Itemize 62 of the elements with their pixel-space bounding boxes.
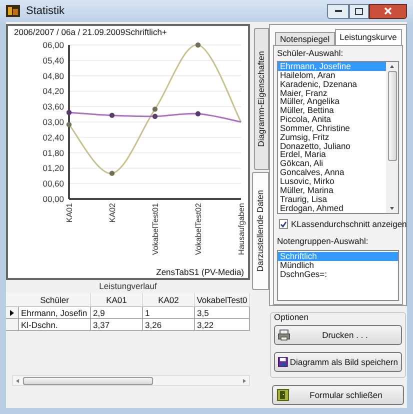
- table-cell: Kl-Dschn.: [19, 319, 91, 330]
- list-item[interactable]: Lusovic, Mirko: [278, 176, 386, 186]
- group-title: Optionen: [274, 312, 310, 323]
- checkbox-label: KLassendurchschnitt anzeigen: [291, 218, 407, 230]
- list-item[interactable]: Maier, Franz: [278, 88, 386, 98]
- table-cell: 3,22: [195, 319, 250, 330]
- tab[interactable]: Leistungskurve: [334, 29, 402, 45]
- y-tick-label: 04,20: [42, 86, 64, 96]
- side-tab[interactable]: Diagramm-Eigenschaften: [254, 28, 269, 170]
- column-header[interactable]: KA02: [143, 293, 195, 306]
- y-tick-label: 01,20: [42, 163, 64, 174]
- list-label: Notengruppen-Auswahl:: [277, 236, 370, 247]
- y-tick-label: 02,40: [42, 132, 64, 142]
- list-item[interactable]: Erdogan, Ahmed: [278, 204, 386, 212]
- y-tick-label: 01,80: [42, 148, 64, 158]
- side-tab[interactable]: Darzustellende Daten: [252, 172, 269, 290]
- list-item[interactable]: Gökcan, Ali: [278, 159, 386, 168]
- list-item[interactable]: Müller, Marina: [278, 186, 386, 195]
- list-item[interactable]: Mündlich: [278, 261, 398, 270]
- list-item[interactable]: Zumsig, Fritz: [278, 132, 386, 142]
- window-title: Statistik: [26, 4, 65, 19]
- grid-title: Leistungverlauf: [98, 280, 158, 293]
- list-item[interactable]: Karadenic, Dzenana: [278, 80, 386, 89]
- list-item[interactable]: DschnGes=:: [278, 270, 398, 279]
- close-form-button[interactable]: Formular schließen: [272, 385, 404, 405]
- x-tick-label: VokabelTest02: [194, 203, 203, 256]
- column-header[interactable]: Schüler: [19, 293, 91, 306]
- y-tick-label: 03,00: [42, 117, 64, 127]
- column-header[interactable]: KA01: [91, 293, 143, 306]
- list-item[interactable]: Müller, Angelika: [278, 97, 386, 106]
- group-list[interactable]: Schriftlich Mündlich DschnGes=:: [277, 250, 399, 301]
- option-button[interactable]: Drucken . . .: [274, 325, 402, 345]
- x-tick-label: Hausaufgaben: [237, 203, 246, 256]
- list-item[interactable]: Traurig, Lisa: [278, 194, 386, 204]
- y-tick-label: 00,00: [42, 194, 64, 204]
- table-cell: 3,26: [143, 319, 195, 330]
- list-label: Schüler-Auswahl:: [277, 48, 344, 59]
- y-tick-label: 04,80: [42, 70, 64, 81]
- option-button[interactable]: Diagramm als Bild speichern: [274, 352, 402, 372]
- table-cell: 1: [143, 307, 195, 318]
- list-item[interactable]: Donazetto, Juliano: [278, 142, 386, 150]
- list-item[interactable]: Sommer, Christine: [278, 124, 386, 133]
- list-item[interactable]: Goncalves, Anna: [278, 168, 386, 177]
- x-tick-label: KA02: [108, 203, 117, 223]
- y-tick-label: 05,40: [42, 55, 64, 66]
- list-item[interactable]: Erdel, Maria: [278, 150, 386, 160]
- list-item[interactable]: Hailelom, Aran: [278, 70, 386, 80]
- x-tick-label: VokabelTest01: [151, 203, 160, 256]
- y-tick-label: 03,60: [42, 102, 64, 112]
- y-tick-label: 00,60: [42, 178, 64, 189]
- table-cell: 3,37: [91, 319, 143, 330]
- column-header[interactable]: VokabelTest0: [195, 293, 250, 306]
- table-cell: Ehrmann, Josefin: [19, 307, 91, 318]
- chart-footer: ZensTabS1 (PV-Media): [156, 266, 248, 278]
- table-cell: 3,5: [195, 307, 250, 318]
- tab[interactable]: Notenspiegel: [275, 32, 335, 45]
- list-item[interactable]: Müller, Bettina: [278, 106, 386, 116]
- table-cell: 2,9: [91, 307, 143, 318]
- y-tick-label: 06,00: [42, 40, 64, 50]
- list-item[interactable]: Piccola, Anita: [278, 115, 386, 124]
- x-tick-label: KA01: [65, 203, 74, 223]
- chart-header: 2006/2007 / 06a / 21.09.2009Schriftlich+: [13, 26, 168, 38]
